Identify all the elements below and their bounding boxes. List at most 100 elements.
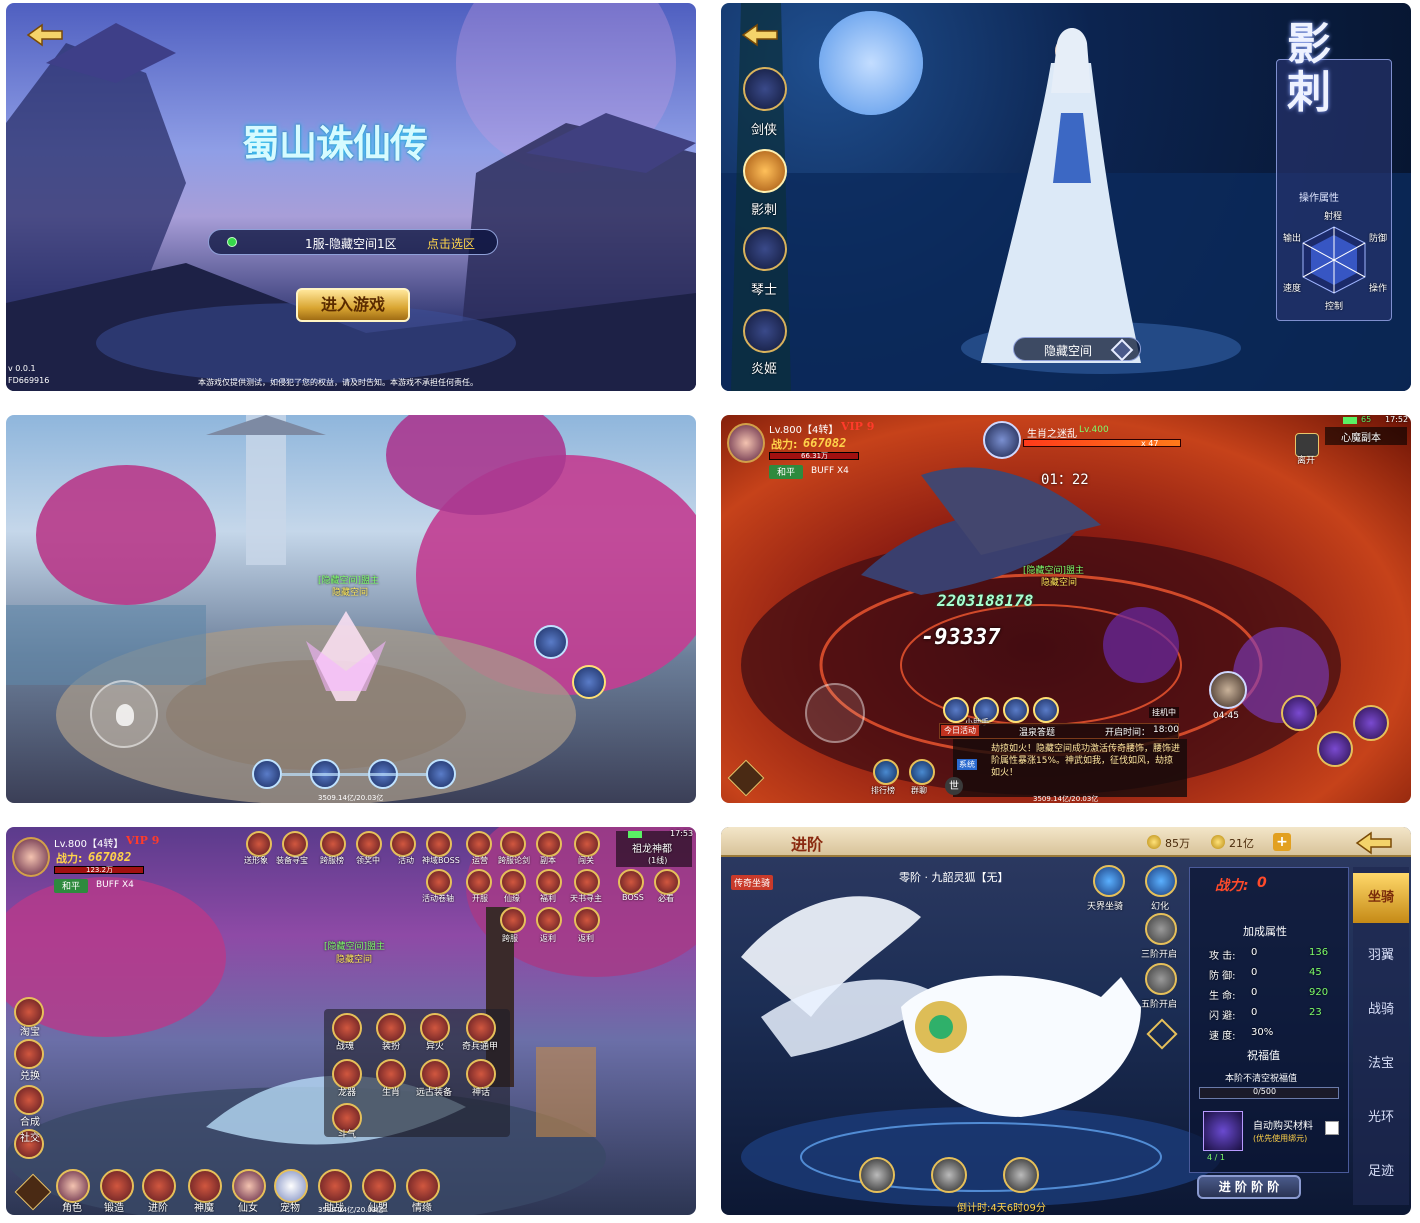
skill-slot-4[interactable]: [426, 759, 456, 789]
pvp-opponent-avatar[interactable]: [1209, 671, 1247, 709]
world-channel-icon[interactable]: 世: [945, 777, 963, 795]
left-icon-label-social: 社交: [20, 1133, 40, 1144]
bottom-icon-8[interactable]: [362, 1169, 396, 1203]
skill-slot-1[interactable]: [252, 759, 282, 789]
second-icon-label-2: 开服: [472, 894, 488, 903]
class-flame-icon[interactable]: [743, 309, 787, 353]
second-icon-1[interactable]: [426, 869, 452, 895]
celestial-mount-icon[interactable]: [1093, 865, 1125, 897]
second-icon-9[interactable]: [536, 907, 562, 933]
login-background: [6, 3, 696, 391]
bottom-icon-9[interactable]: [406, 1169, 440, 1203]
bottom-icon-2[interactable]: [100, 1169, 134, 1203]
vip-badge: VIP 9: [841, 420, 875, 433]
bottom-icon-5[interactable]: [232, 1169, 266, 1203]
top-icon-2[interactable]: [282, 831, 308, 857]
rank-icon[interactable]: [873, 759, 899, 785]
peace-mode-badge[interactable]: 和平: [769, 465, 803, 479]
second-icon-8[interactable]: [500, 907, 526, 933]
second-icon-label-5: 天书寻主: [570, 894, 602, 903]
top-icon-7[interactable]: [466, 831, 492, 857]
side-tab-footprint[interactable]: 足迹: [1353, 1147, 1409, 1197]
skill-b[interactable]: [1353, 705, 1389, 741]
auto-buy-checkbox[interactable]: [1325, 1121, 1339, 1135]
second-icon-label-4: 福利: [540, 894, 556, 903]
side-tab-wings[interactable]: 羽翼: [1353, 931, 1409, 981]
class-swordsman-icon[interactable]: [743, 67, 787, 111]
back-arrow-icon[interactable]: [737, 21, 785, 49]
player-avatar[interactable]: [727, 423, 765, 463]
helper-avatar-3[interactable]: [1003, 697, 1029, 723]
class-shadow-label: 影刺: [751, 203, 778, 218]
second-icon-2[interactable]: [466, 869, 492, 895]
tier-three-icon[interactable]: [1145, 913, 1177, 945]
add-currency-button[interactable]: +: [1273, 833, 1291, 851]
mount-skill-2[interactable]: [931, 1157, 967, 1193]
attr-dodge-gain: 23: [1309, 1007, 1322, 1018]
bottom-icon-3[interactable]: [142, 1169, 176, 1203]
back-arrow-icon[interactable]: [22, 21, 70, 49]
skill-button-1[interactable]: [534, 625, 568, 659]
virtual-joystick[interactable]: [90, 680, 158, 748]
top-icon-5[interactable]: [390, 831, 416, 857]
top-icon-1[interactable]: [246, 831, 272, 857]
group-chat-icon[interactable]: [909, 759, 935, 785]
character-name-bar[interactable]: 隐藏空间: [1013, 337, 1141, 362]
second-icon-3[interactable]: [500, 869, 526, 895]
helper-avatar-4[interactable]: [1033, 697, 1059, 723]
second-icon-10[interactable]: [574, 907, 600, 933]
second-icon-label-7: 必看: [658, 894, 674, 903]
bless-title: 祝福值: [1247, 1049, 1280, 1062]
material-slot[interactable]: [1203, 1111, 1243, 1151]
skill-ultimate[interactable]: [1281, 695, 1317, 731]
menu-label-3: 异火: [426, 1042, 445, 1052]
mount-skill-3[interactable]: [1003, 1157, 1039, 1193]
hang-status: 挂机中: [1149, 707, 1179, 718]
advance-button[interactable]: 进 阶 阶 阶: [1197, 1175, 1301, 1199]
class-shadow-icon[interactable]: [743, 149, 787, 193]
tier-five-icon[interactable]: [1145, 963, 1177, 995]
bottom-icon-4[interactable]: [188, 1169, 222, 1203]
bottom-icon-7[interactable]: [318, 1169, 352, 1203]
left-icon-craft[interactable]: [14, 1085, 44, 1115]
title-bar: [721, 827, 1411, 857]
enter-game-button[interactable]: 进入游戏: [296, 288, 410, 322]
virtual-joystick[interactable]: [805, 683, 865, 743]
second-icon-7[interactable]: [654, 869, 680, 895]
top-icon-9[interactable]: [536, 831, 562, 857]
bottom-icon-1[interactable]: [56, 1169, 90, 1203]
skill-a[interactable]: [1317, 731, 1353, 767]
select-server-link[interactable]: 点击选区: [427, 235, 475, 252]
left-icon-exchange[interactable]: [14, 1039, 44, 1069]
side-tab-treasure[interactable]: 法宝: [1353, 1039, 1409, 1089]
side-tab-warhorse[interactable]: 战骑: [1353, 985, 1409, 1035]
map-line: (1线): [648, 856, 668, 865]
buff-label[interactable]: BUFF X4: [811, 466, 849, 476]
top-icon-4[interactable]: [356, 831, 382, 857]
back-arrow-icon[interactable]: [1351, 829, 1399, 857]
second-icon-6[interactable]: [618, 869, 644, 895]
top-icon-10[interactable]: [574, 831, 600, 857]
skill-button-2[interactable]: [572, 665, 606, 699]
class-lutenist-icon[interactable]: [743, 227, 787, 271]
buff-label[interactable]: BUFF X4: [96, 880, 134, 890]
attr-defense-gain: 45: [1309, 967, 1322, 978]
second-icon-5[interactable]: [574, 869, 600, 895]
top-icon-8[interactable]: [500, 831, 526, 857]
second-icon-4[interactable]: [536, 869, 562, 895]
bottom-icon-6[interactable]: [274, 1169, 308, 1203]
server-select-bar[interactable]: 1服-隐藏空间1区 点击选区: [208, 229, 498, 255]
menu-label-6: 生肖: [382, 1088, 401, 1098]
boss-level: Lv.400: [1079, 425, 1109, 435]
player-avatar[interactable]: [12, 837, 50, 877]
transform-icon[interactable]: [1145, 865, 1177, 897]
peace-mode-badge[interactable]: 和平: [54, 879, 88, 893]
top-icon-6[interactable]: [426, 831, 452, 857]
side-tab-mount[interactable]: 坐骑: [1353, 873, 1409, 923]
top-icon-3[interactable]: [320, 831, 346, 857]
random-name-dice-icon[interactable]: [1110, 338, 1134, 362]
radar-label-control: 控制: [1325, 302, 1344, 312]
mount-skill-1[interactable]: [859, 1157, 895, 1193]
class-flame-label: 炎姬: [751, 362, 778, 377]
side-tab-aura[interactable]: 光环: [1353, 1093, 1409, 1143]
